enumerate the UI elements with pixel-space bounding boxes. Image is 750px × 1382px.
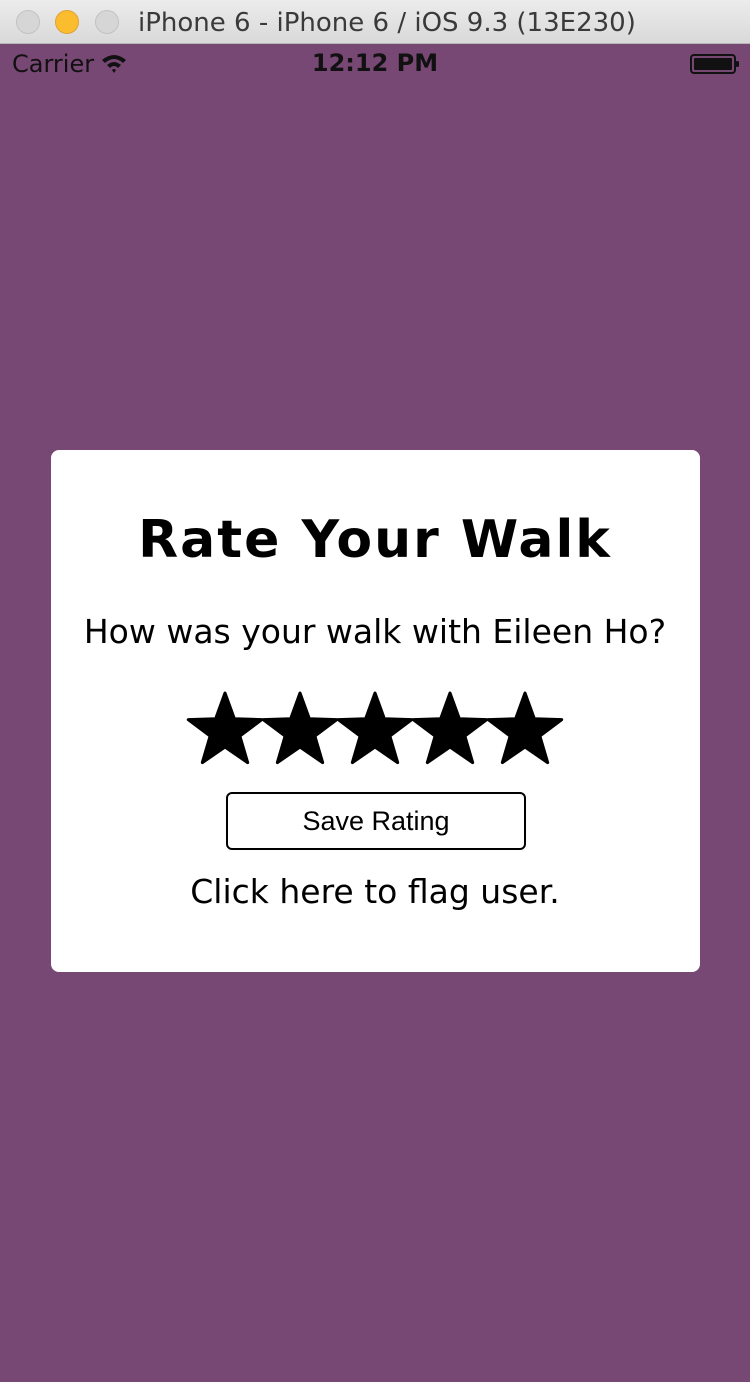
- star-icon-1[interactable]: [186, 690, 264, 768]
- status-time: 12:12 PM: [311, 49, 439, 77]
- window-titlebar: iPhone 6 - iPhone 6 / iOS 9.3 (13E230): [0, 0, 750, 44]
- battery-icon: [690, 54, 739, 74]
- close-window-button[interactable]: [16, 10, 40, 34]
- save-rating-button[interactable]: Save Rating: [226, 792, 526, 850]
- star-icon-5[interactable]: [486, 690, 564, 768]
- star-icon-2[interactable]: [261, 690, 339, 768]
- star-icon-3[interactable]: [336, 690, 414, 768]
- zoom-window-button[interactable]: [95, 10, 119, 34]
- rating-question: How was your walk with Eileen Ho?: [83, 612, 667, 651]
- star-rating: [186, 690, 566, 770]
- flag-user-link[interactable]: Click here to flag user.: [0, 872, 750, 911]
- dialog-title: Rate Your Walk: [138, 510, 612, 570]
- star-icon-4[interactable]: [411, 690, 489, 768]
- window-title: iPhone 6 - iPhone 6 / iOS 9.3 (13E230): [138, 8, 636, 38]
- ios-status-bar: Carrier 12:12 PM: [0, 44, 750, 84]
- simulator-window: iPhone 6 - iPhone 6 / iOS 9.3 (13E230) C…: [0, 0, 750, 1382]
- minimize-window-button[interactable]: [55, 10, 79, 34]
